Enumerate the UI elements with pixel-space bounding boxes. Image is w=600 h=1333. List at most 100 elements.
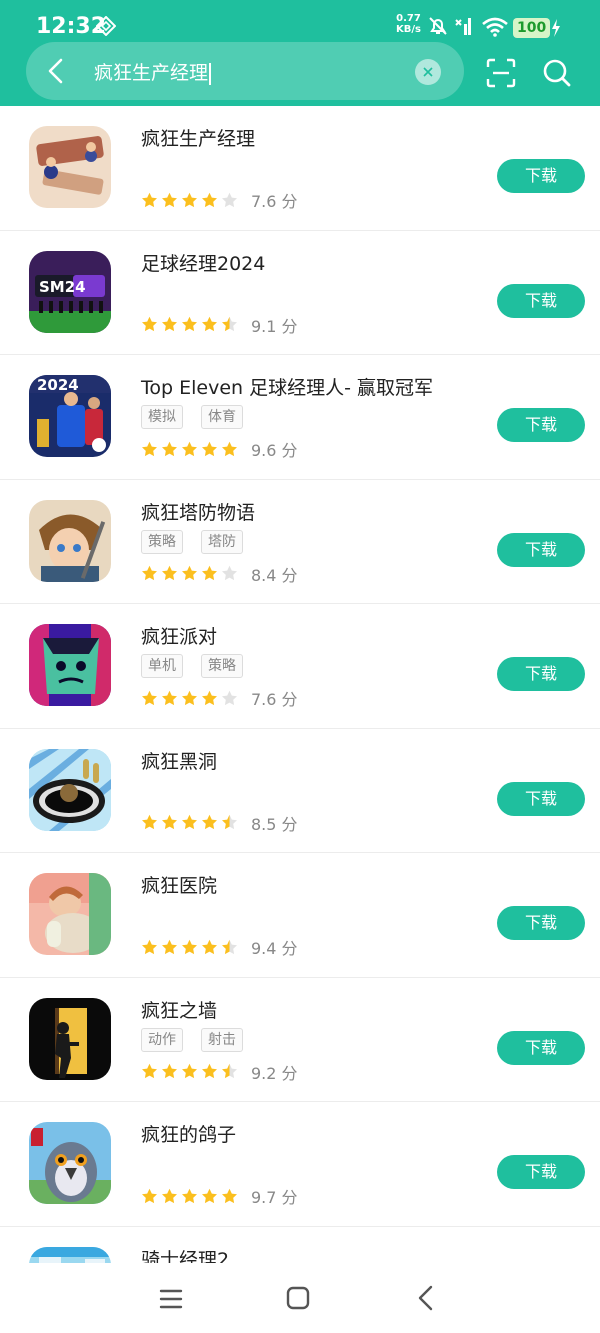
party-game-icon	[29, 624, 111, 706]
app-score: 7.6 分	[251, 192, 298, 211]
bell-muted-icon	[429, 17, 447, 35]
icon-label: 2024	[37, 376, 79, 394]
star-rating	[141, 1188, 238, 1205]
app-name: 疯狂生产经理	[141, 128, 256, 150]
app-rating: 9.7 分	[141, 1184, 298, 1208]
star-icon	[222, 1063, 237, 1079]
star-icon	[202, 690, 217, 705]
app-name: 足球经理2024	[141, 252, 266, 275]
star-icon	[182, 1188, 197, 1203]
star-icon	[222, 316, 237, 332]
download-button[interactable]: 下载	[497, 532, 585, 567]
app-score: 9.2 分	[251, 1063, 298, 1083]
star-icon	[142, 1188, 157, 1203]
star-icon	[202, 192, 217, 207]
list-item[interactable]: 2024 Top Eleven 足球经理人- 赢取冠军 模拟 体育 9.6 分 …	[0, 355, 600, 480]
app-name: 疯狂的鸽子	[141, 1124, 237, 1146]
app-rating: 8.5 分	[141, 811, 298, 835]
app-score: 7.6 分	[251, 690, 298, 709]
app-score: 9.1 分	[251, 316, 298, 336]
app-rating: 7.6 分	[141, 686, 298, 710]
list-item[interactable]: 疯狂之墙 动作 射击 9.2 分 下载	[0, 978, 600, 1102]
menu-icon[interactable]	[159, 1287, 183, 1311]
star-icon	[142, 939, 157, 954]
download-button[interactable]: 下载	[497, 657, 585, 691]
search-bar: 疯狂生产经理	[26, 42, 464, 100]
list-item[interactable]: SM24 足球经理2024 9.1 分 下载	[0, 231, 600, 355]
star-icon	[182, 690, 197, 705]
download-button[interactable]: 下载	[497, 906, 585, 940]
app-tags: 单机 策略	[141, 654, 243, 678]
text-cursor	[209, 62, 212, 85]
star-icon	[162, 1188, 177, 1203]
star-rating	[141, 690, 238, 707]
star-icon	[182, 192, 197, 207]
star-icon	[202, 565, 217, 581]
search-input[interactable]: 疯狂生产经理	[94, 58, 212, 85]
search-results-list: 疯狂生产经理 7.6 分 下载 SM24 足球经理2024 9.1 分 下载 2…	[0, 106, 600, 1263]
star-icon	[162, 690, 177, 705]
star-icon	[202, 1063, 217, 1079]
app-score: 9.6 分	[251, 441, 298, 460]
star-icon	[162, 316, 177, 332]
star-rating	[141, 1063, 238, 1080]
scan-icon[interactable]	[486, 58, 516, 88]
star-icon	[142, 441, 157, 456]
download-button[interactable]: 下载	[497, 159, 585, 193]
app-name: 疯狂派对	[141, 626, 218, 648]
football-manager-icon: SM24	[29, 250, 111, 333]
star-icon	[182, 1063, 197, 1079]
star-rating	[141, 939, 238, 956]
star-icon	[162, 192, 177, 207]
back-arrow-icon[interactable]	[44, 57, 68, 85]
search-query-text: 疯狂生产经理	[94, 62, 209, 84]
back-icon[interactable]	[416, 1285, 436, 1311]
list-item[interactable]: 疯狂的鸽子 9.7 分 下载	[0, 1102, 600, 1227]
app-tag: 策略	[201, 654, 243, 678]
star-icon	[202, 939, 217, 954]
clear-search-button[interactable]	[415, 59, 441, 85]
home-icon[interactable]	[286, 1286, 310, 1310]
star-icon	[182, 814, 197, 830]
app-score: 9.7 分	[251, 1188, 298, 1207]
download-button[interactable]: 下载	[497, 408, 585, 442]
app-tags: 模拟 体育	[141, 405, 243, 429]
list-item[interactable]: 骑士经理2	[0, 1227, 600, 1264]
app-rating: 7.6 分	[141, 188, 298, 212]
list-item[interactable]: 疯狂黑洞 8.5 分 下载	[0, 729, 600, 853]
download-button[interactable]: 下载	[497, 781, 585, 816]
star-rating	[141, 814, 238, 831]
star-icon	[222, 939, 237, 954]
app-tag: 塔防	[201, 529, 243, 554]
list-item[interactable]: 疯狂生产经理 7.6 分 下载	[0, 106, 600, 231]
star-icon	[202, 1188, 217, 1203]
app-score: 8.4 分	[251, 565, 298, 585]
download-button[interactable]: 下载	[497, 283, 585, 318]
list-item[interactable]: 疯狂塔防物语 策略 塔防 8.4 分 下载	[0, 480, 600, 604]
app-rating: 8.4 分	[141, 562, 298, 586]
star-icon	[222, 1188, 237, 1203]
list-item[interactable]: 疯狂派对 单机 策略 7.6 分 下载	[0, 604, 600, 729]
pigeon-game-icon	[29, 1122, 111, 1204]
app-name: 骑士经理2	[141, 1248, 230, 1264]
star-rating	[141, 565, 238, 582]
star-icon	[222, 441, 237, 456]
download-button[interactable]: 下载	[497, 1155, 585, 1189]
list-item[interactable]: 疯狂医院 9.4 分 下载	[0, 853, 600, 978]
download-button[interactable]: 下载	[497, 1030, 585, 1065]
star-icon	[162, 441, 177, 456]
app-tag: 体育	[201, 405, 243, 429]
app-rating: 9.2 分	[141, 1060, 298, 1084]
black-hole-icon	[29, 748, 111, 831]
star-icon	[162, 814, 177, 830]
star-icon	[202, 441, 217, 456]
charging-bolt-icon	[552, 19, 560, 37]
app-rating: 9.1 分	[141, 313, 298, 337]
app-score: 8.5 分	[251, 814, 298, 834]
search-icon[interactable]	[542, 58, 572, 88]
battery-level: 100	[513, 18, 551, 38]
app-score: 9.4 分	[251, 939, 298, 958]
star-rating	[141, 316, 238, 333]
app-tag: 射击	[201, 1027, 243, 1052]
network-speed: 0.77 KB/s	[396, 13, 421, 35]
